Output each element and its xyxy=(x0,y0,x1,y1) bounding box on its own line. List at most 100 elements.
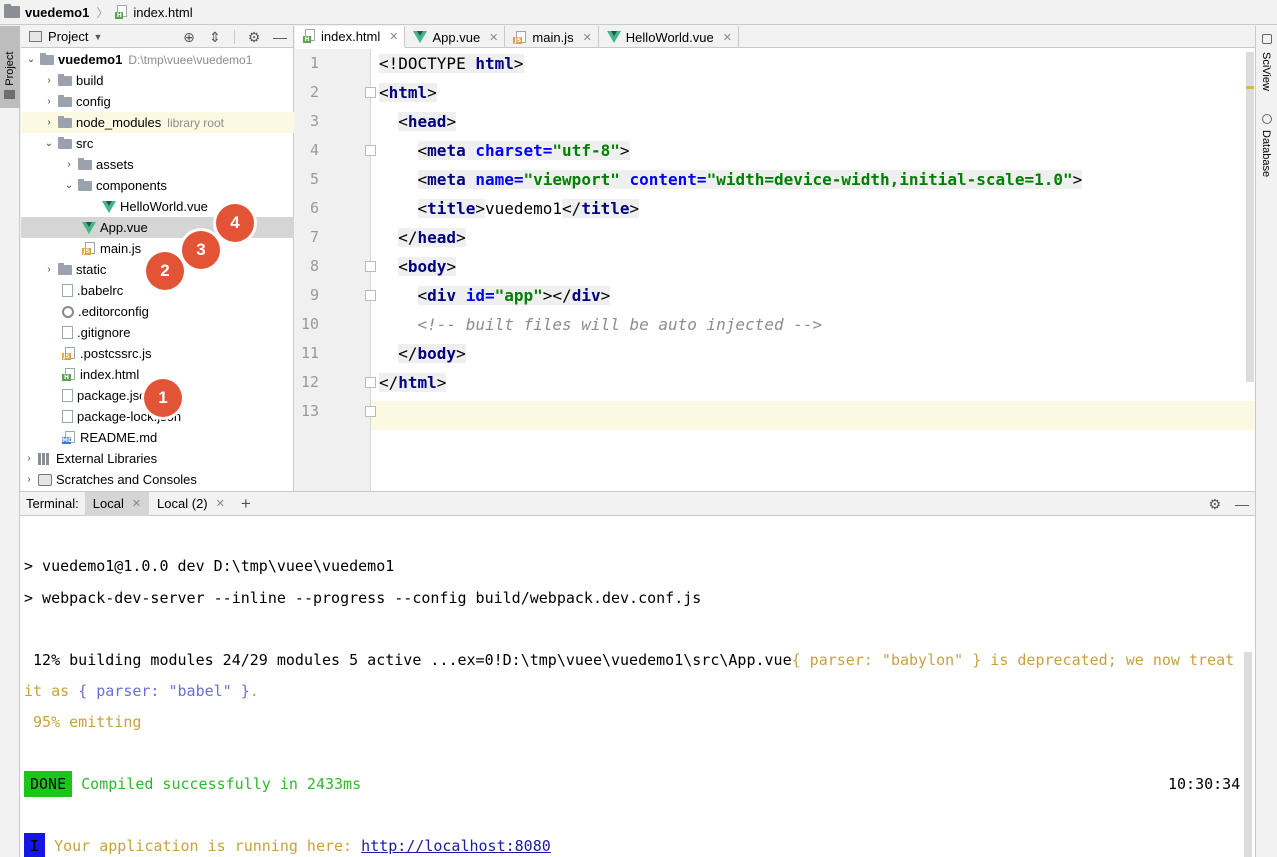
chevron-right-icon[interactable]: › xyxy=(63,159,75,170)
code-line-10: <!-- built files will be auto injected -… xyxy=(379,310,823,339)
database-tool-tab[interactable]: Database xyxy=(1260,130,1272,177)
annotation-marker-3: 3 xyxy=(182,231,220,269)
code-line-4: <meta charset="utf-8"> xyxy=(417,141,630,160)
code-token: head xyxy=(417,228,457,247)
tree-item-scratches[interactable]: › Scratches and Consoles xyxy=(21,469,294,490)
tree-item-editorconfig[interactable]: .editorconfig xyxy=(21,301,294,322)
code-token: "app" xyxy=(494,286,543,305)
tree-item-label: .postcssrc.js xyxy=(80,346,152,361)
tree-item-readme-md[interactable]: MD README.md xyxy=(21,427,294,448)
code-line-2: <html> xyxy=(379,83,437,102)
tree-item-gitignore[interactable]: .gitignore xyxy=(21,322,294,343)
localhost-link[interactable]: http://localhost:8080 xyxy=(361,837,551,855)
editor-scrollbar[interactable] xyxy=(1246,52,1254,382)
gear-icon[interactable]: ⚙ xyxy=(1208,496,1221,513)
tree-item-label: vuedemo1 xyxy=(58,52,123,67)
tree-item-helloworld-vue[interactable]: HelloWorld.vue xyxy=(21,196,294,217)
chevron-down-icon[interactable]: ⌄ xyxy=(43,138,55,149)
terminal-text: Your application is running here: xyxy=(54,837,362,855)
tree-item-config[interactable]: › config xyxy=(21,91,294,112)
caret-down-icon[interactable]: ▼ xyxy=(93,32,102,42)
chevron-right-icon[interactable]: › xyxy=(23,474,35,485)
tree-item-build[interactable]: › build xyxy=(21,70,294,91)
terminal-tab-local-2[interactable]: Local (2) ✕ xyxy=(149,492,233,516)
tree-item-node-modules[interactable]: › node_modules library root xyxy=(21,112,294,133)
terminal-tab-local[interactable]: Local ✕ xyxy=(84,491,150,516)
code-line-7: </head> xyxy=(398,228,466,247)
breadcrumb-project[interactable]: vuedemo1 xyxy=(25,5,89,20)
close-icon[interactable]: ✕ xyxy=(723,31,732,44)
tree-item-label: assets xyxy=(96,157,134,172)
breadcrumb-file[interactable]: index.html xyxy=(133,5,192,20)
tree-item-postcssrc-js[interactable]: JS .postcssrc.js xyxy=(21,343,294,364)
code-token: div xyxy=(571,286,601,305)
sciview-tool-tab[interactable]: SciView xyxy=(1260,52,1272,91)
tree-item-vuedemo1[interactable]: ⌄ vuedemo1 D:\tmp\vuee\vuedemo1 xyxy=(21,49,294,70)
tree-item-components[interactable]: ⌄ components xyxy=(21,175,294,196)
code-line-3: <head> xyxy=(398,112,457,131)
close-icon[interactable]: ✕ xyxy=(216,497,225,510)
fold-toggle[interactable] xyxy=(365,261,376,272)
tree-item-src[interactable]: ⌄ src xyxy=(21,133,294,154)
tree-item-label: main.js xyxy=(100,241,142,256)
terminal-text: 12% building modules 24/29 modules 5 act… xyxy=(24,651,792,669)
terminal-scrollbar[interactable] xyxy=(1244,652,1252,857)
tab-main-js[interactable]: JS main.js ✕ xyxy=(505,26,599,48)
terminal-line: DONE Compiled successfully in 2433ms xyxy=(24,769,361,800)
tab-app-vue[interactable]: App.vue ✕ xyxy=(405,26,506,48)
code-area[interactable]: <!DOCTYPE html> <html> <head> <meta char… xyxy=(379,49,1245,491)
line-number: 12 xyxy=(300,373,319,391)
chevron-right-icon[interactable]: › xyxy=(43,75,55,86)
terminal-title: Terminal: xyxy=(26,496,79,511)
chevron-down-icon[interactable]: ⌄ xyxy=(25,54,37,65)
gear-icon[interactable]: ⚙ xyxy=(247,29,261,45)
terminal-header: Terminal: Local ✕ Local (2) ✕ + ⚙ — xyxy=(20,491,1255,516)
project-view-selector[interactable]: Project xyxy=(48,29,88,44)
collapse-all-icon[interactable]: ⇕ xyxy=(208,29,222,45)
chevron-right-icon[interactable]: › xyxy=(43,117,55,128)
javascript-file-icon: JS xyxy=(82,242,96,255)
minimize-icon[interactable]: — xyxy=(273,29,287,45)
tree-item-external-libraries[interactable]: › External Libraries xyxy=(21,448,294,469)
chevron-right-icon[interactable]: › xyxy=(43,264,55,275)
sciview-icon xyxy=(1262,34,1272,44)
fold-toggle[interactable] xyxy=(365,87,376,98)
terminal-line: I Your application is running here: http… xyxy=(24,831,551,857)
line-number: 4 xyxy=(309,141,319,159)
project-view-icon xyxy=(29,31,42,42)
tab-index-html[interactable]: H index.html ✕ xyxy=(295,26,406,48)
fold-toggle[interactable] xyxy=(365,290,376,301)
code-token: vuedemo1 xyxy=(484,199,563,218)
folder-icon xyxy=(58,137,72,149)
close-icon[interactable]: ✕ xyxy=(583,31,592,44)
locate-icon[interactable]: ⊕ xyxy=(182,29,196,45)
tree-item-assets[interactable]: › assets xyxy=(21,154,294,175)
minimize-icon[interactable]: — xyxy=(1235,496,1249,513)
project-tool-tab[interactable]: 1: Project xyxy=(0,26,20,108)
fold-toggle[interactable] xyxy=(365,145,376,156)
code-line-5: <meta name="viewport" content="width=dev… xyxy=(417,170,1083,189)
close-icon[interactable]: ✕ xyxy=(489,31,498,44)
add-terminal-icon[interactable]: + xyxy=(241,494,251,514)
terminal-success: Compiled successfully in 2433ms xyxy=(81,775,362,793)
terminal-line: 95% emitting xyxy=(24,713,142,731)
terminal-warning: . xyxy=(249,682,259,700)
line-number: 13 xyxy=(300,402,319,420)
done-badge: DONE xyxy=(24,771,73,797)
tab-helloworld-vue[interactable]: HelloWorld.vue ✕ xyxy=(599,26,739,48)
close-icon[interactable]: ✕ xyxy=(132,497,141,510)
close-icon[interactable]: ✕ xyxy=(389,30,398,43)
terminal-output[interactable]: > vuedemo1@1.0.0 dev D:\tmp\vuee\vuedemo… xyxy=(20,517,1255,857)
line-number: 1 xyxy=(309,54,319,72)
html-file-icon: H xyxy=(62,368,76,381)
tree-item-label: static xyxy=(76,262,107,277)
chevron-down-icon[interactable]: ⌄ xyxy=(63,180,75,191)
fold-toggle[interactable] xyxy=(365,406,376,417)
chevron-right-icon[interactable]: › xyxy=(43,96,55,107)
fold-toggle[interactable] xyxy=(365,377,376,388)
tab-label: HelloWorld.vue xyxy=(625,29,714,45)
chevron-right-icon[interactable]: › xyxy=(23,453,35,464)
code-token: "viewport" xyxy=(523,170,620,189)
terminal-line: it as { parser: "babel" }. xyxy=(24,676,259,707)
line-number: 9 xyxy=(309,286,319,304)
